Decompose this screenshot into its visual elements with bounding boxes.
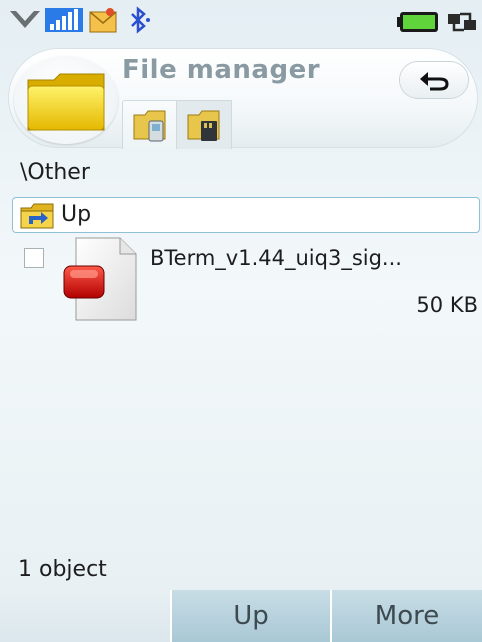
file-checkbox[interactable] [24, 248, 44, 268]
connection-icon [448, 12, 476, 32]
folder-icon [27, 73, 105, 131]
signal-icon [10, 11, 40, 28]
file-name: BTerm_v1.44_uiq3_sig... [150, 246, 402, 270]
status-bar [0, 0, 482, 44]
message-icon [89, 8, 117, 33]
softkey-left-empty [0, 590, 170, 642]
memory-card-icon [187, 110, 220, 141]
bluetooth-icon [131, 6, 150, 34]
file-size: 50 KB [416, 293, 478, 317]
up-folder-label: Up [61, 202, 92, 227]
page-title: File manager [122, 55, 321, 85]
back-button[interactable] [400, 62, 468, 98]
battery-icon [397, 12, 438, 32]
sis-file-icon [63, 237, 137, 321]
up-folder-row[interactable]: Up [12, 197, 480, 233]
header-folder-bubble [14, 56, 118, 144]
tab-phone-memory[interactable] [122, 100, 178, 149]
more-softkey-button[interactable]: More [330, 590, 482, 642]
current-path: \Other [20, 160, 90, 185]
phone-memory-icon [133, 110, 166, 142]
folder-up-icon [20, 203, 54, 229]
up-softkey-button[interactable]: Up [170, 590, 330, 642]
object-count: 1 object [18, 557, 107, 582]
back-icon [420, 72, 449, 91]
tab-memory-card[interactable] [176, 100, 232, 149]
network-bars-icon [45, 8, 83, 32]
